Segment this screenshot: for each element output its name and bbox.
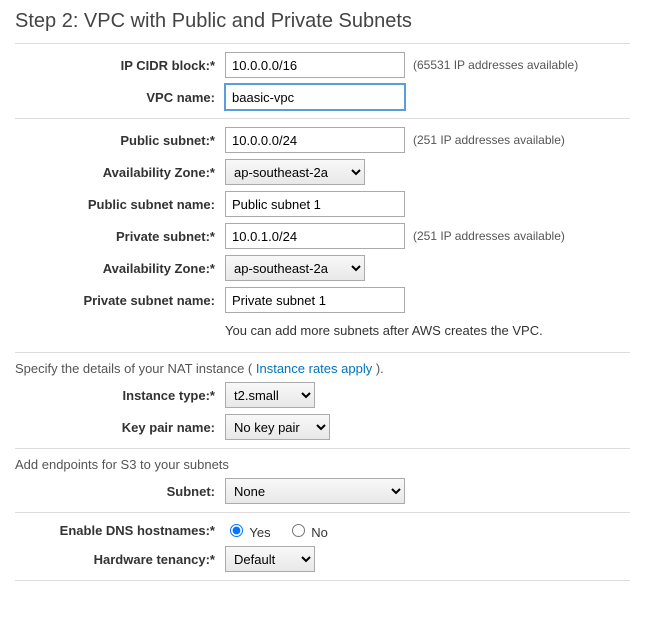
- dns-yes-radio[interactable]: [230, 524, 243, 537]
- public-subnet-label: Public subnet:*: [15, 133, 225, 148]
- vpc-name-input[interactable]: [225, 84, 405, 110]
- tenancy-label: Hardware tenancy:*: [15, 552, 225, 567]
- private-az-label: Availability Zone:*: [15, 261, 225, 276]
- dns-yes-label: Yes: [249, 525, 270, 540]
- cidr-hint: (65531 IP addresses available): [413, 58, 578, 72]
- private-subnet-input[interactable]: [225, 223, 405, 249]
- private-subnet-name-input[interactable]: [225, 287, 405, 313]
- keypair-select[interactable]: No key pair: [225, 414, 330, 440]
- tenancy-select[interactable]: Default: [225, 546, 315, 572]
- page-title: Step 2: VPC with Public and Private Subn…: [15, 10, 630, 33]
- s3-subnet-select[interactable]: None: [225, 478, 405, 504]
- cidr-label: IP CIDR block:*: [15, 58, 225, 73]
- public-subnet-hint: (251 IP addresses available): [413, 133, 565, 147]
- dns-no-label: No: [311, 525, 328, 540]
- keypair-label: Key pair name:: [15, 420, 225, 435]
- dns-no-radio[interactable]: [292, 524, 305, 537]
- private-subnet-hint: (251 IP addresses available): [413, 229, 565, 243]
- public-subnet-input[interactable]: [225, 127, 405, 153]
- nat-section-text: Specify the details of your NAT instance…: [15, 361, 630, 376]
- public-subnet-name-label: Public subnet name:: [15, 197, 225, 212]
- public-az-label: Availability Zone:*: [15, 165, 225, 180]
- public-subnet-name-input[interactable]: [225, 191, 405, 217]
- public-az-select[interactable]: ap-southeast-2a: [225, 159, 365, 185]
- s3-subnet-label: Subnet:: [15, 484, 225, 499]
- private-subnet-name-label: Private subnet name:: [15, 293, 225, 308]
- instance-type-label: Instance type:*: [15, 388, 225, 403]
- s3-section-text: Add endpoints for S3 to your subnets: [15, 457, 630, 472]
- instance-type-select[interactable]: t2.small: [225, 382, 315, 408]
- instance-rates-link[interactable]: Instance rates apply: [256, 361, 372, 376]
- private-subnet-label: Private subnet:*: [15, 229, 225, 244]
- subnet-note: You can add more subnets after AWS creat…: [225, 319, 630, 344]
- vpc-name-label: VPC name:: [15, 90, 225, 105]
- private-az-select[interactable]: ap-southeast-2a: [225, 255, 365, 281]
- dns-label: Enable DNS hostnames:*: [15, 523, 225, 538]
- cidr-input[interactable]: [225, 52, 405, 78]
